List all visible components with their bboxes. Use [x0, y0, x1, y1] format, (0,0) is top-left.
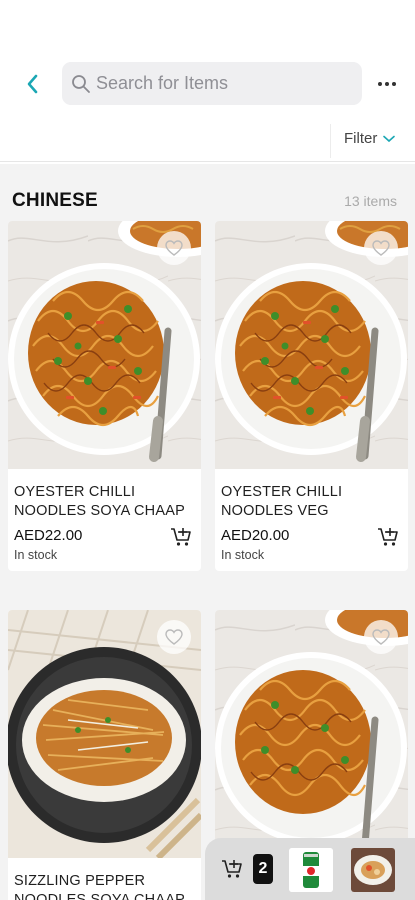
more-options-button[interactable]	[372, 72, 402, 96]
favorite-button[interactable]	[157, 231, 191, 265]
product-name: OYESTER CHILLI NOODLES SOYA CHAAP	[14, 484, 185, 519]
cart-item-thumbnail[interactable]	[351, 848, 395, 892]
product-price: AED22.00	[14, 527, 83, 544]
section-title: CHINESE	[12, 190, 98, 211]
product-price: AED20.00	[221, 527, 290, 544]
favorite-button[interactable]	[364, 231, 398, 265]
filter-label: Filter	[344, 130, 378, 147]
heart-icon	[165, 240, 183, 256]
search-icon	[70, 73, 92, 95]
product-card[interactable]: SIZZLING PEPPER NOODLES SOYA CHAAP	[8, 610, 201, 900]
section-header: CHINESE 13 items	[0, 164, 415, 218]
divider	[330, 124, 331, 158]
stock-status: In stock	[14, 548, 58, 562]
dot-icon	[392, 82, 396, 86]
heart-icon	[372, 629, 390, 645]
product-card[interactable]: OYESTER CHILLI NOODLES VEG AED20.00 In s…	[215, 221, 408, 571]
7up-can-icon	[289, 848, 333, 892]
search-box[interactable]	[62, 62, 362, 105]
chevron-down-icon	[383, 135, 396, 142]
product-list[interactable]: CHINESE 13 items OYESTER CHILLI NOODLES …	[0, 164, 415, 900]
dot-icon	[378, 82, 382, 86]
heart-icon	[165, 629, 183, 645]
favorite-button[interactable]	[364, 620, 398, 654]
item-count: 13 items	[344, 193, 397, 209]
cart-count-badge: 2	[253, 854, 273, 884]
product-card[interactable]: OYESTER CHILLI NOODLES SOYA CHAAP AED22.…	[8, 221, 201, 571]
add-to-cart-button[interactable]	[169, 526, 193, 548]
cart-item-thumbnail[interactable]	[289, 848, 333, 892]
floating-cart[interactable]: 2	[205, 838, 415, 900]
food-plate-icon	[351, 848, 395, 892]
product-name: OYESTER CHILLI NOODLES VEG	[221, 484, 343, 519]
cart-plus-icon	[171, 528, 191, 546]
product-name: SIZZLING PEPPER NOODLES SOYA CHAAP	[14, 873, 185, 900]
top-bar	[0, 60, 415, 108]
cart-icon[interactable]	[219, 857, 245, 881]
favorite-button[interactable]	[157, 620, 191, 654]
back-button[interactable]	[18, 70, 46, 98]
dot-icon	[385, 82, 389, 86]
search-input[interactable]	[96, 68, 346, 99]
filter-button[interactable]: Filter	[344, 130, 396, 147]
chevron-left-icon	[27, 74, 38, 94]
filter-row: Filter	[0, 118, 415, 162]
add-to-cart-button[interactable]	[376, 526, 400, 548]
stock-status: In stock	[221, 548, 265, 562]
heart-icon	[372, 240, 390, 256]
cart-plus-icon	[378, 528, 398, 546]
